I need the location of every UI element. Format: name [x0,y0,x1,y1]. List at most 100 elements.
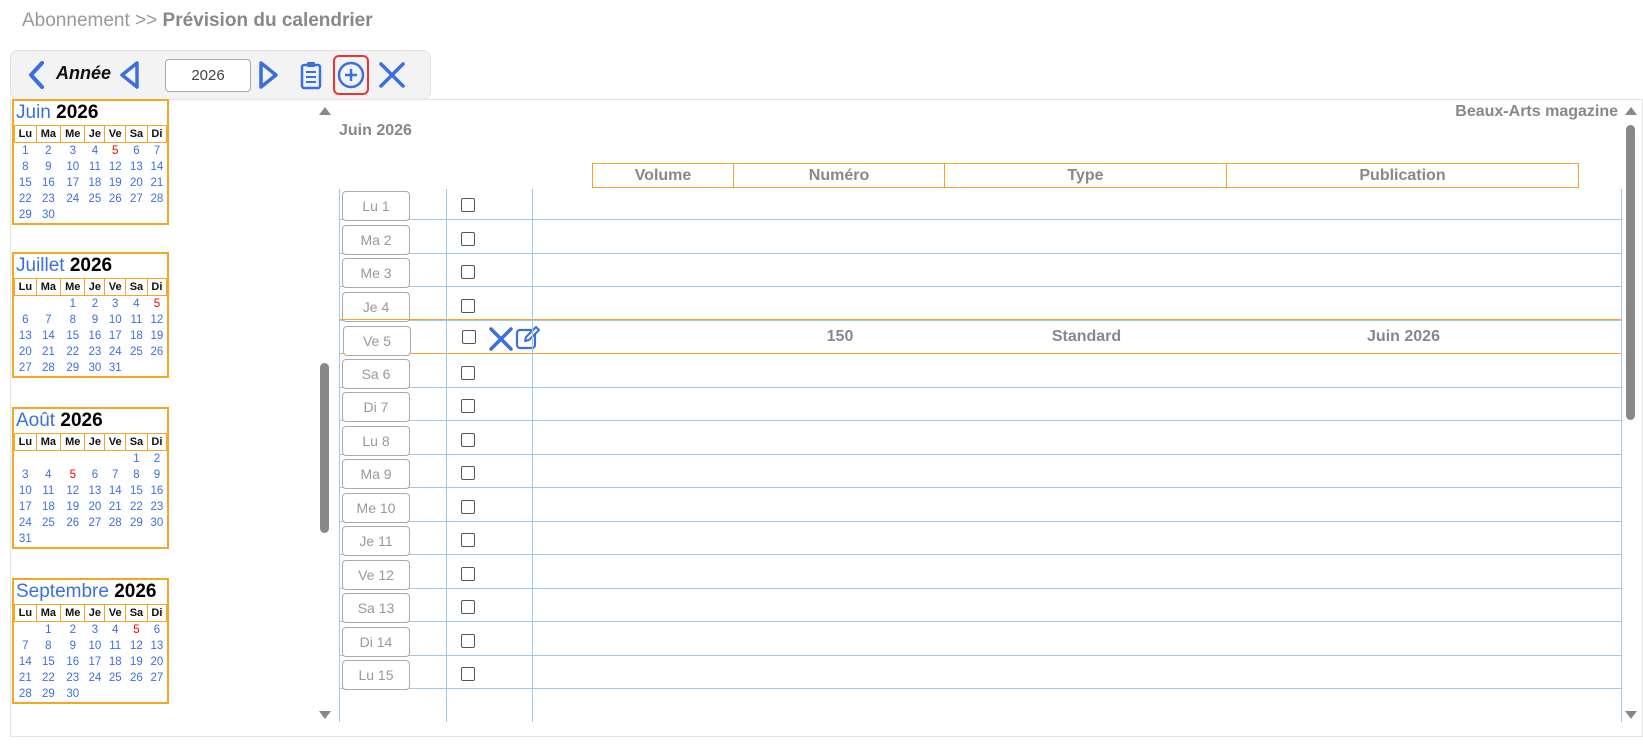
row-checkbox[interactable] [461,365,475,380]
calendar-day[interactable]: 22 [61,344,85,360]
calendar-day[interactable]: 25 [36,515,60,531]
scroll-down-icon[interactable] [318,709,332,721]
calendar-day[interactable]: 13 [126,159,148,175]
calendar-day[interactable]: 14 [105,483,126,499]
close-icon[interactable] [375,59,409,91]
row-checkbox[interactable] [461,231,475,246]
calendar-day[interactable]: 21 [105,499,126,515]
calendar-day[interactable]: 4 [36,467,60,483]
calendar-day[interactable]: 27 [85,515,105,531]
calendar-day[interactable]: 23 [61,670,85,686]
calendar-day[interactable]: 23 [36,191,60,207]
calendar-day[interactable]: 16 [147,483,166,499]
row-checkbox[interactable] [461,667,475,681]
calendar-day[interactable]: 16 [36,175,60,191]
calendar-day[interactable]: 9 [61,638,85,654]
calendar-day[interactable]: 28 [36,360,60,376]
calendar-day[interactable]: 6 [15,312,37,328]
calendar-day[interactable]: 21 [36,344,60,360]
calendar-day[interactable]: 4 [126,296,148,312]
calendar-day[interactable]: 17 [61,175,85,191]
calendar-day[interactable]: 30 [61,686,85,702]
calendar-day[interactable]: 17 [105,328,126,344]
row-checkbox[interactable] [461,265,475,279]
calendar-day[interactable]: 24 [15,515,37,531]
calendar-day[interactable]: 3 [61,143,85,159]
calendar-day[interactable]: 19 [126,654,148,670]
calendar-day[interactable]: 17 [15,499,37,515]
calendar-day[interactable]: 18 [36,499,60,515]
calendar-day[interactable]: 14 [15,654,37,670]
scroll-up-icon[interactable] [1624,105,1638,117]
mini-calendar-title[interactable]: Juin 2026 [14,101,167,125]
scroll-up-icon[interactable] [318,105,332,117]
calendar-day[interactable]: 8 [126,467,148,483]
chevron-left-icon[interactable] [25,59,47,91]
calendar-day[interactable]: 11 [85,159,105,175]
calendar-day[interactable]: 5 [61,467,85,483]
calendar-day[interactable]: 8 [15,159,37,175]
calendar-day[interactable]: 24 [105,344,126,360]
calendar-day[interactable]: 29 [36,686,60,702]
calendar-day[interactable]: 25 [105,670,126,686]
mini-calendar-month[interactable]: Septembre [16,581,109,602]
row-checkbox[interactable] [461,533,475,547]
calendar-day[interactable]: 8 [61,312,85,328]
calendar-day[interactable]: 29 [61,360,85,376]
calendar-day[interactable]: 12 [147,312,166,328]
calendar-day[interactable]: 28 [147,191,166,207]
calendar-day[interactable]: 3 [15,467,37,483]
triangle-left-icon[interactable] [117,59,141,91]
calendar-day[interactable]: 23 [85,344,105,360]
row-checkbox[interactable] [461,499,475,514]
calendar-day[interactable]: 26 [147,344,166,360]
calendar-day[interactable]: 28 [105,515,126,531]
calendar-day[interactable]: 16 [85,328,105,344]
day-button[interactable]: Lu 1 [342,191,410,221]
calendar-day[interactable]: 11 [126,312,148,328]
calendar-day[interactable]: 20 [126,175,148,191]
day-button[interactable]: Ve 5 [343,326,411,356]
calendar-day[interactable]: 15 [61,328,85,344]
mini-calendar-title[interactable]: Juillet 2026 [14,254,167,278]
row-checkbox[interactable] [462,330,476,344]
calendar-day[interactable]: 3 [85,622,105,638]
calendar-day[interactable]: 21 [147,175,166,191]
calendar-day[interactable]: 3 [105,296,126,312]
calendar-day[interactable]: 28 [15,686,37,702]
calendar-day[interactable]: 11 [105,638,126,654]
calendar-day[interactable]: 20 [147,654,166,670]
day-button[interactable]: Me 10 [342,492,410,523]
calendar-day[interactable]: 13 [85,483,105,499]
calendar-day[interactable]: 1 [15,143,37,159]
calendar-day[interactable]: 13 [15,328,37,344]
calendar-day[interactable]: 1 [61,296,85,312]
calendar-day[interactable]: 10 [85,638,105,654]
calendar-day[interactable]: 10 [61,159,85,175]
calendar-day[interactable]: 15 [36,654,60,670]
calendar-day[interactable]: 12 [105,159,126,175]
calendar-day[interactable]: 5 [147,296,166,312]
calendar-day[interactable]: 6 [147,622,166,638]
calendar-day[interactable]: 31 [105,360,126,376]
row-checkbox[interactable] [461,466,475,480]
day-button[interactable]: Ma 2 [342,224,410,255]
calendar-day[interactable]: 17 [85,654,105,670]
calendar-day[interactable]: 24 [61,191,85,207]
calendar-day[interactable]: 18 [105,654,126,670]
calendar-day[interactable]: 7 [105,467,126,483]
calendar-list-scrollbar[interactable] [318,105,332,725]
breadcrumb-parent[interactable]: Abonnement [22,10,130,31]
day-button[interactable]: Ma 9 [342,459,410,489]
calendar-day[interactable]: 12 [126,638,148,654]
calendar-day[interactable]: 10 [105,312,126,328]
calendar-day[interactable]: 6 [85,467,105,483]
calendar-day[interactable]: 7 [36,312,60,328]
schedule-scrollbar[interactable] [1623,105,1639,725]
calendar-day[interactable]: 25 [126,344,148,360]
calendar-day[interactable]: 18 [126,328,148,344]
calendar-day[interactable]: 5 [126,622,148,638]
calendar-day[interactable]: 1 [126,451,148,467]
calendar-day[interactable]: 27 [147,670,166,686]
calendar-day[interactable]: 7 [15,638,37,654]
